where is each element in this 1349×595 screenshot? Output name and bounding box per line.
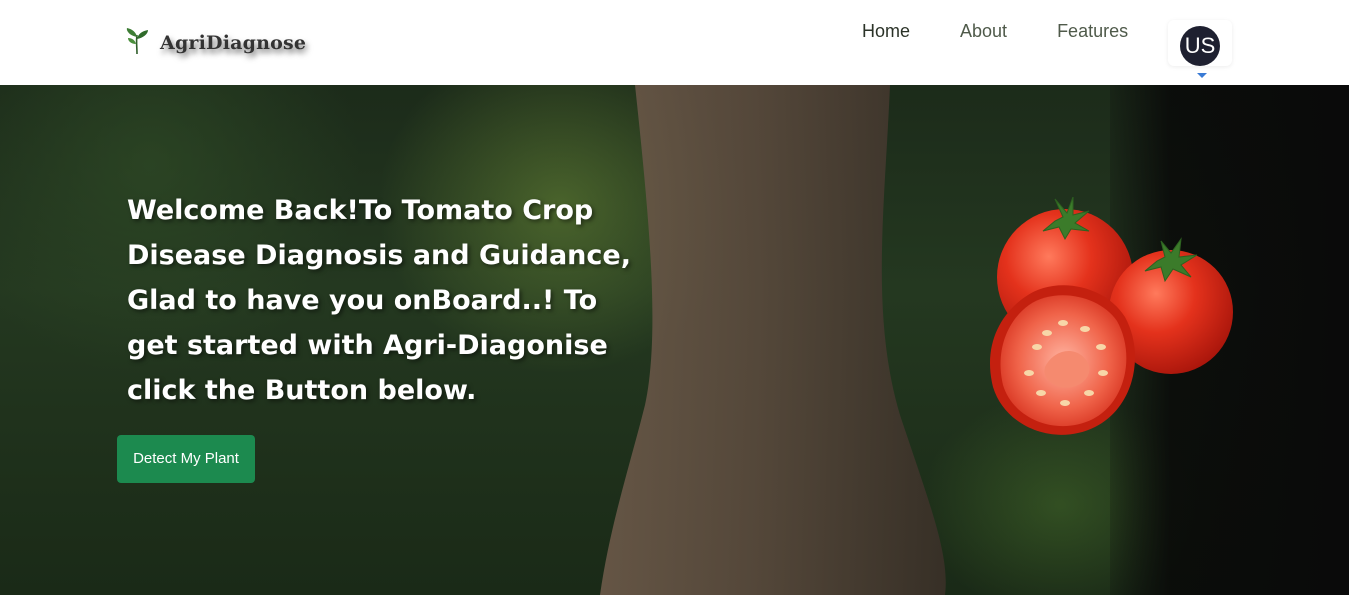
detect-my-plant-button[interactable]: Detect My Plant [117, 435, 255, 483]
hero-section: Welcome Back!To Tomato Crop Disease Diag… [0, 85, 1349, 595]
navbar: AgriDiagnose Home About Features US [0, 0, 1349, 85]
brand-name: AgriDiagnose [160, 32, 307, 54]
tomato-image [989, 197, 1233, 435]
nav-home[interactable]: Home [862, 19, 910, 43]
chevron-down-icon[interactable] [1197, 73, 1207, 78]
hero-heading: Welcome Back!To Tomato Crop Disease Diag… [127, 195, 631, 406]
avatar[interactable]: US [1180, 26, 1220, 66]
leaf-icon [124, 27, 150, 59]
profile-menu[interactable]: US [1168, 20, 1232, 78]
nav-features[interactable]: Features [1057, 19, 1128, 43]
hero-background-arm [600, 85, 946, 595]
main-nav: Home About Features [862, 19, 1178, 43]
brand[interactable]: AgriDiagnose [124, 27, 306, 59]
nav-about[interactable]: About [960, 19, 1007, 43]
